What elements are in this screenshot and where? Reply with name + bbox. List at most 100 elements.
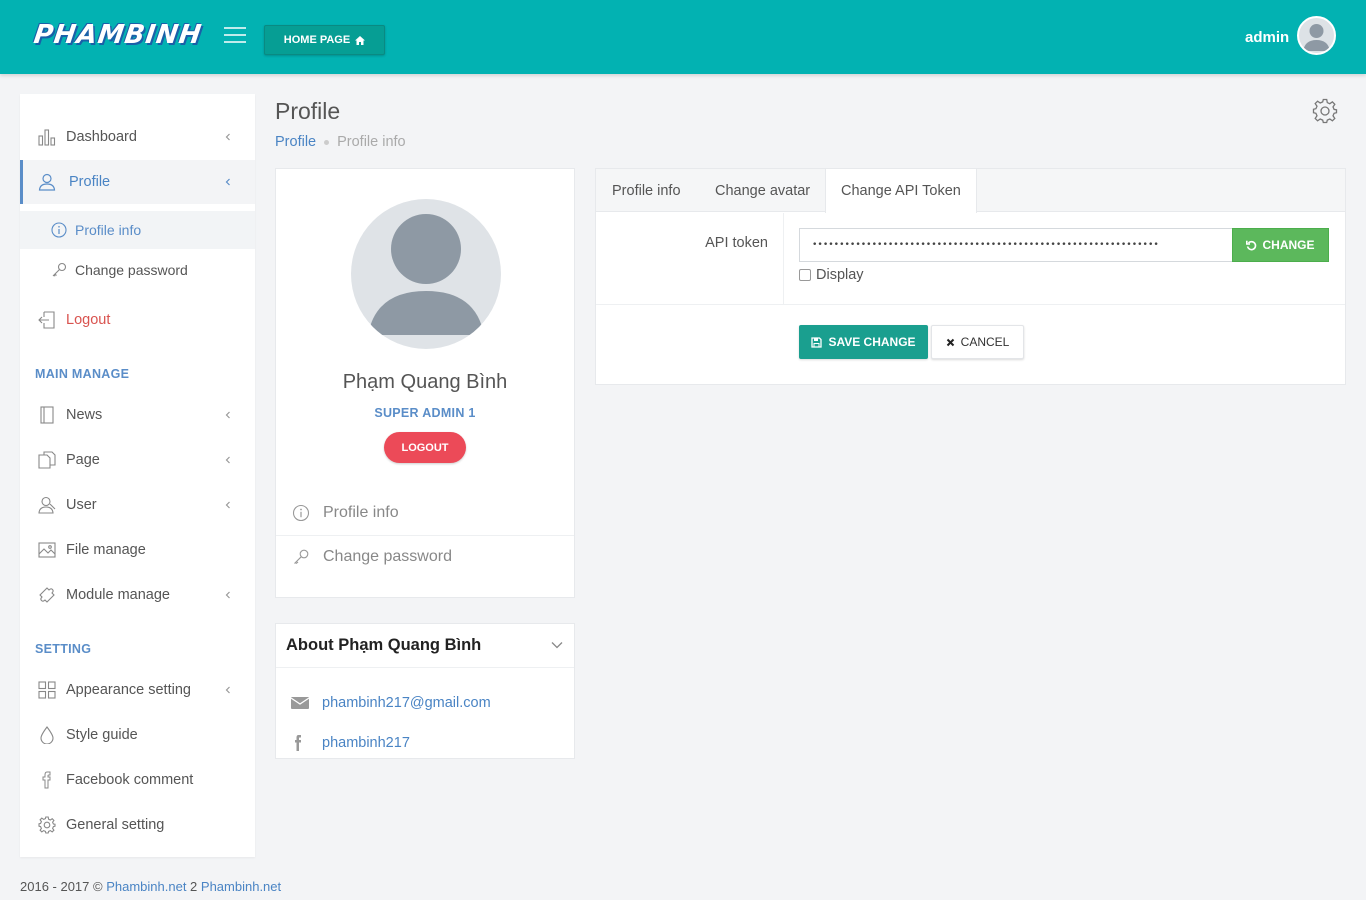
sidebar-item-dashboard[interactable]: Dashboard	[20, 115, 255, 159]
image-icon	[38, 542, 56, 558]
about-facebook-link[interactable]: phambinh217	[322, 735, 410, 751]
envelope-icon	[290, 697, 310, 709]
sidebar-subitem-label: Change password	[75, 262, 188, 278]
settings-gear-icon[interactable]	[1312, 98, 1338, 124]
home-page-button[interactable]: HOME PAGE	[264, 25, 385, 55]
sidebar-item-profile[interactable]: Profile	[20, 160, 255, 204]
cancel-button[interactable]: CANCEL	[931, 325, 1024, 359]
save-change-label: SAVE CHANGE	[828, 335, 916, 349]
logo[interactable]: PHAMBINH	[32, 20, 204, 50]
close-icon	[946, 338, 954, 346]
page-title: Profile	[275, 98, 341, 124]
sidebar-item-label: Profile	[69, 174, 111, 190]
breadcrumb-current: Profile info	[337, 134, 406, 150]
pages-icon	[38, 451, 56, 469]
sidebar-item-label: Facebook comment	[66, 772, 194, 788]
breadcrumb-separator	[324, 139, 330, 145]
profile-role: SUPER ADMIN 1	[374, 406, 476, 420]
sidebar-item-general-setting[interactable]: General setting	[20, 803, 255, 847]
about-email-link[interactable]: phambinh217@gmail.com	[322, 695, 491, 711]
facebook-icon	[295, 735, 301, 751]
profile-card: Phạm Quang Bình SUPER ADMIN 1 LOGOUT Pro…	[275, 168, 575, 598]
sidebar-item-label: Logout	[66, 312, 111, 328]
sidebar-item-label: General setting	[66, 817, 165, 833]
footer: 2016 - 2017 © Phambinh.net 2 Phambinh.ne…	[20, 879, 281, 894]
sidebar: Dashboard Profile Profile info Change pa…	[20, 94, 255, 857]
chevron-left-icon	[225, 178, 230, 186]
home-icon	[355, 35, 366, 45]
sidebar-item-user[interactable]: User	[20, 483, 255, 527]
user-icon	[38, 173, 56, 191]
profile-link-change-password[interactable]: Change password	[276, 535, 574, 578]
sidebar-item-style-guide[interactable]: Style guide	[20, 713, 255, 757]
logout-icon	[38, 311, 55, 329]
tab-bar: Profile info Change avatar Change API To…	[596, 169, 1345, 213]
checkbox-box[interactable]	[799, 269, 811, 281]
sidebar-item-file-manage[interactable]: File manage	[20, 528, 255, 572]
gear-icon	[38, 816, 56, 834]
about-email-row: phambinh217@gmail.com	[276, 692, 574, 714]
api-token-row: API token CHANGE Display	[596, 213, 1345, 305]
footer-separator-text: 2	[186, 879, 201, 894]
top-header: PHAMBINH HOME PAGE admin	[0, 0, 1366, 74]
grid-icon	[38, 681, 56, 699]
sidebar-item-label: Page	[66, 452, 100, 468]
notebook-icon	[40, 406, 54, 424]
footer-link-1[interactable]: Phambinh.net	[106, 879, 186, 894]
chevron-down-icon[interactable]	[550, 638, 564, 652]
admin-avatar[interactable]	[1297, 16, 1336, 55]
puzzle-icon	[39, 587, 55, 603]
home-page-label: HOME PAGE	[283, 34, 351, 46]
chevron-left-icon	[225, 133, 230, 141]
sidebar-subitem-label: Profile info	[75, 222, 142, 238]
floppy-disk-icon	[811, 336, 823, 348]
display-label: Display	[816, 267, 864, 283]
sidebar-item-facebook-comment[interactable]: Facebook comment	[20, 758, 255, 802]
menu-toggle-icon[interactable]	[224, 27, 246, 45]
api-token-label: API token	[705, 235, 768, 251]
footer-link-2[interactable]: Phambinh.net	[201, 879, 281, 894]
api-token-input[interactable]	[799, 228, 1233, 262]
chevron-left-icon	[225, 456, 230, 464]
sidebar-item-label: Dashboard	[66, 129, 137, 145]
chevron-left-icon	[225, 411, 230, 419]
facebook-icon	[42, 771, 51, 789]
sidebar-item-module-manage[interactable]: Module manage	[20, 573, 255, 617]
tab-profile-info[interactable]: Profile info	[612, 169, 681, 212]
sidebar-item-label: Style guide	[66, 727, 138, 743]
save-change-button[interactable]: SAVE CHANGE	[799, 325, 928, 359]
admin-username[interactable]: admin	[1245, 29, 1289, 46]
sidebar-item-logout[interactable]: Logout	[20, 298, 255, 342]
about-facebook-row: phambinh217	[276, 732, 574, 754]
sidebar-item-label: Module manage	[66, 587, 170, 603]
sidebar-item-label: File manage	[66, 542, 146, 558]
info-icon	[51, 222, 67, 238]
profile-link-label: Profile info	[323, 503, 399, 521]
tab-change-avatar[interactable]: Change avatar	[715, 169, 810, 212]
footer-copyright: 2016 - 2017 ©	[20, 879, 107, 894]
breadcrumb: Profile Profile info	[275, 134, 406, 150]
divider	[276, 667, 574, 668]
bar-chart-icon	[38, 129, 56, 146]
sidebar-item-label: User	[66, 497, 97, 513]
chevron-left-icon	[225, 686, 230, 694]
sidebar-subitem-change-password[interactable]: Change password	[20, 251, 255, 289]
sidebar-item-news[interactable]: News	[20, 393, 255, 437]
breadcrumb-link-profile[interactable]: Profile	[275, 134, 316, 150]
sidebar-item-page[interactable]: Page	[20, 438, 255, 482]
sidebar-subitem-profile-info[interactable]: Profile info	[20, 211, 255, 249]
profile-link-info[interactable]: Profile info	[276, 491, 574, 534]
tab-change-api-token[interactable]: Change API Token	[825, 169, 977, 213]
profile-link-label: Change password	[323, 547, 452, 565]
display-token-checkbox[interactable]: Display	[799, 267, 864, 283]
profile-name: Phạm Quang Bình	[342, 371, 508, 393]
chevron-left-icon	[225, 591, 230, 599]
sidebar-heading-main-manage: MAIN MANAGE	[35, 367, 130, 381]
sidebar-item-label: Appearance setting	[66, 682, 191, 698]
api-token-panel: Profile info Change avatar Change API To…	[595, 168, 1346, 385]
chevron-left-icon	[225, 501, 230, 509]
profile-logout-button[interactable]: LOGOUT	[384, 432, 466, 463]
sidebar-item-appearance-setting[interactable]: Appearance setting	[20, 668, 255, 712]
about-title: About Phạm Quang Bình	[286, 636, 482, 654]
change-token-button[interactable]: CHANGE	[1232, 228, 1329, 262]
